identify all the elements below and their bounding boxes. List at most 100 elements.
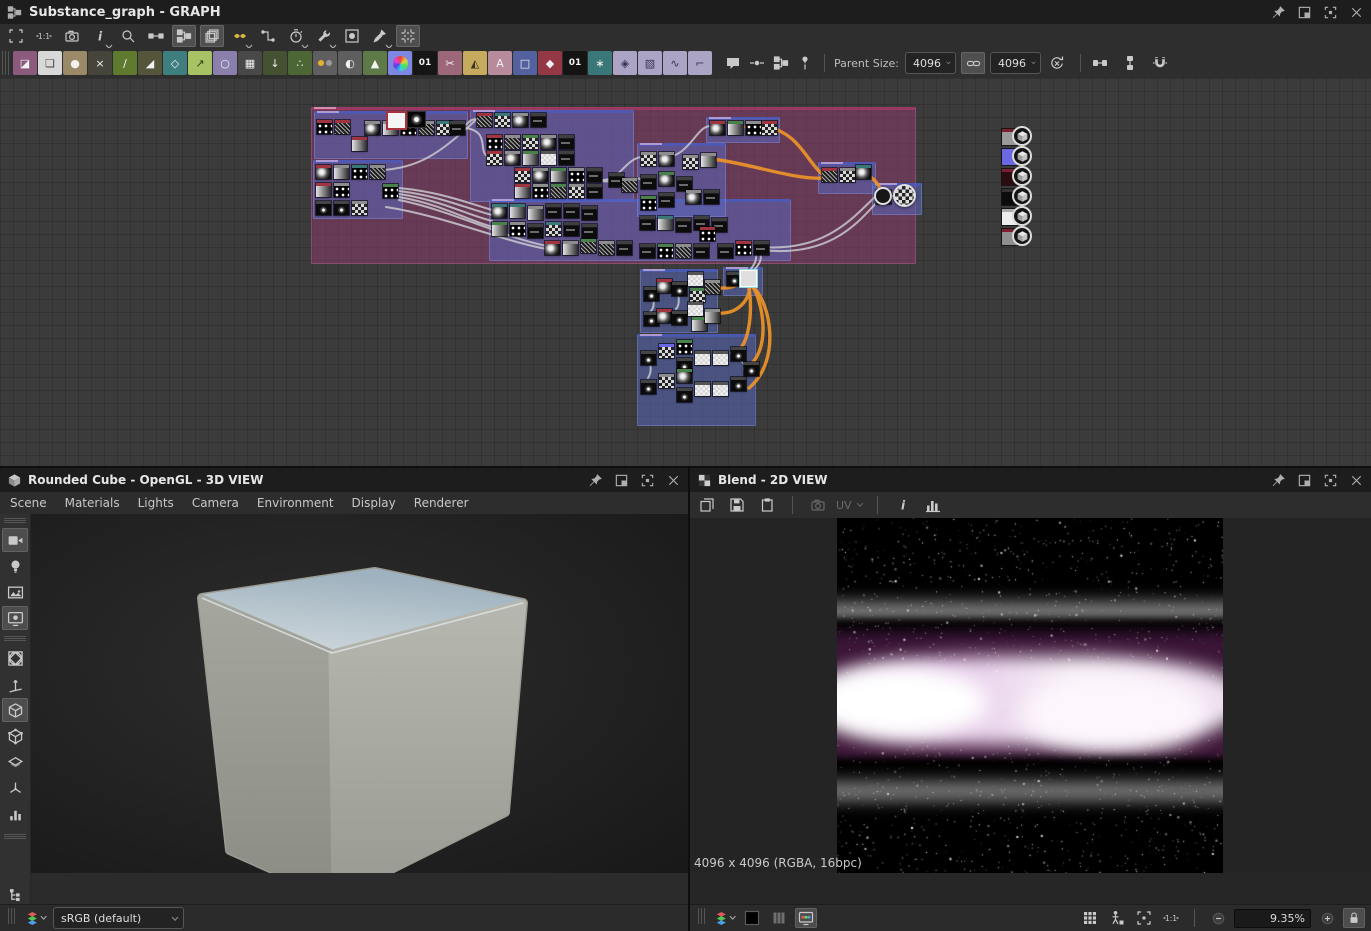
graph-node[interactable] <box>659 374 674 388</box>
graph-node[interactable] <box>365 121 380 135</box>
graph-node[interactable] <box>495 113 510 127</box>
graph-node[interactable] <box>450 121 465 135</box>
graph-node[interactable] <box>672 282 687 296</box>
graph-node[interactable] <box>676 244 691 258</box>
graph-node[interactable] <box>487 135 502 149</box>
graph-node[interactable] <box>316 183 331 197</box>
graph-node[interactable] <box>564 222 579 236</box>
graph-node[interactable] <box>641 152 656 166</box>
camera-button[interactable] <box>60 25 84 47</box>
graph-node[interactable] <box>477 113 492 127</box>
actual-size-button[interactable]: 1:1 <box>32 25 56 47</box>
graph-node[interactable] <box>695 351 710 365</box>
graph-node[interactable] <box>731 347 746 361</box>
graph-node[interactable] <box>523 151 538 165</box>
close-button[interactable] <box>1348 472 1365 489</box>
graph-node[interactable] <box>563 241 578 255</box>
uv-dropdown[interactable]: UV <box>836 499 864 512</box>
node-button-gradient-dynamic[interactable]: ◈ <box>613 51 637 75</box>
node-button-transform-2d[interactable]: ◇ <box>163 51 187 75</box>
tripod-button[interactable] <box>2 776 28 800</box>
info-button[interactable]: i <box>88 25 112 47</box>
graph-node[interactable] <box>840 168 855 182</box>
graph-node[interactable] <box>688 272 703 286</box>
graph-node[interactable] <box>559 151 574 165</box>
graph-node[interactable] <box>641 196 656 210</box>
output-basecolor[interactable] <box>1002 126 1046 146</box>
frame-select-button[interactable] <box>4 25 28 47</box>
cube-verts-button[interactable] <box>2 724 28 748</box>
selected-blend-node[interactable] <box>741 271 756 286</box>
graph-node[interactable] <box>657 309 672 323</box>
zoom-in-button[interactable] <box>1316 908 1338 928</box>
graph-node[interactable] <box>582 206 597 220</box>
node-button-tile-sampler[interactable]: ▦ <box>238 51 262 75</box>
env-image-button[interactable] <box>2 580 28 604</box>
node-button-bitmap[interactable]: ◪ <box>13 51 37 75</box>
graph-node[interactable] <box>657 279 672 293</box>
graph-node[interactable] <box>513 113 528 127</box>
output-height[interactable] <box>1002 206 1046 226</box>
graph-node[interactable] <box>659 344 674 358</box>
graph-node[interactable] <box>694 244 709 258</box>
graph-node[interactable] <box>677 340 692 354</box>
output-ao[interactable] <box>1002 226 1046 246</box>
graph-node[interactable] <box>705 280 720 294</box>
maximize-button[interactable] <box>1322 4 1339 21</box>
plane-diamond-button[interactable] <box>2 750 28 774</box>
graph-node[interactable] <box>677 177 692 191</box>
strip-grip[interactable] <box>4 518 26 523</box>
graph-node[interactable] <box>352 137 367 151</box>
graph-node[interactable] <box>515 184 530 198</box>
save-button[interactable] <box>725 494 749 516</box>
graph-node[interactable] <box>688 302 703 316</box>
search-button[interactable] <box>116 25 140 47</box>
graph-node[interactable] <box>599 241 614 255</box>
graph-node[interactable] <box>686 190 701 204</box>
graph-node[interactable] <box>510 204 525 218</box>
node-button-switch-01[interactable]: 01 <box>563 51 587 75</box>
menu-scene[interactable]: Scene <box>10 493 47 513</box>
panel-divider-v[interactable] <box>688 468 690 931</box>
stats-bars-button[interactable] <box>2 802 28 826</box>
graph-node[interactable] <box>713 351 728 365</box>
info-italic-button[interactable]: i <box>891 494 915 516</box>
selected-source-node[interactable] <box>386 111 407 130</box>
node-button-corner[interactable]: ⌐ <box>688 51 712 75</box>
graph-node[interactable] <box>754 241 769 255</box>
menu-camera[interactable]: Camera <box>192 493 239 513</box>
graph-node[interactable] <box>731 377 746 391</box>
graph-node[interactable] <box>528 224 543 238</box>
graph-node[interactable] <box>587 168 602 182</box>
graph-node[interactable] <box>640 216 655 230</box>
graph-node[interactable] <box>744 362 759 376</box>
node-button-link-dots[interactable] <box>313 51 337 75</box>
video-camera-button[interactable] <box>2 528 28 552</box>
node-button-straighten[interactable]: ↗ <box>188 51 212 75</box>
graph-node[interactable] <box>492 222 507 236</box>
menu-renderer[interactable]: Renderer <box>414 493 469 513</box>
output-roughness[interactable] <box>1002 166 1046 186</box>
graph-node[interactable] <box>541 151 556 165</box>
graph-node[interactable] <box>581 239 596 253</box>
graph-node[interactable] <box>551 168 566 182</box>
graph-canvas[interactable] <box>0 78 1371 466</box>
view3d-viewport[interactable] <box>0 514 688 873</box>
node-button-directional-warp[interactable]: × <box>88 51 112 75</box>
graph-node[interactable] <box>533 168 548 182</box>
stripes-button[interactable] <box>768 908 790 928</box>
colorspace-select[interactable]: sRGB (default) <box>53 907 184 929</box>
graph-node[interactable] <box>510 222 525 236</box>
graph-node[interactable] <box>383 184 398 198</box>
graph-node[interactable] <box>659 172 674 186</box>
graph-node[interactable] <box>641 175 656 189</box>
graph-node[interactable] <box>334 183 349 197</box>
graph-node[interactable] <box>515 168 530 182</box>
float-window-button[interactable] <box>1296 4 1313 21</box>
display-gear-button[interactable] <box>2 606 28 630</box>
axes-button[interactable] <box>2 672 28 696</box>
menu-environment[interactable]: Environment <box>257 493 334 513</box>
node-button-symmetry[interactable]: ◭ <box>463 51 487 75</box>
graph-node[interactable] <box>335 120 350 134</box>
graph-node[interactable] <box>505 135 520 149</box>
